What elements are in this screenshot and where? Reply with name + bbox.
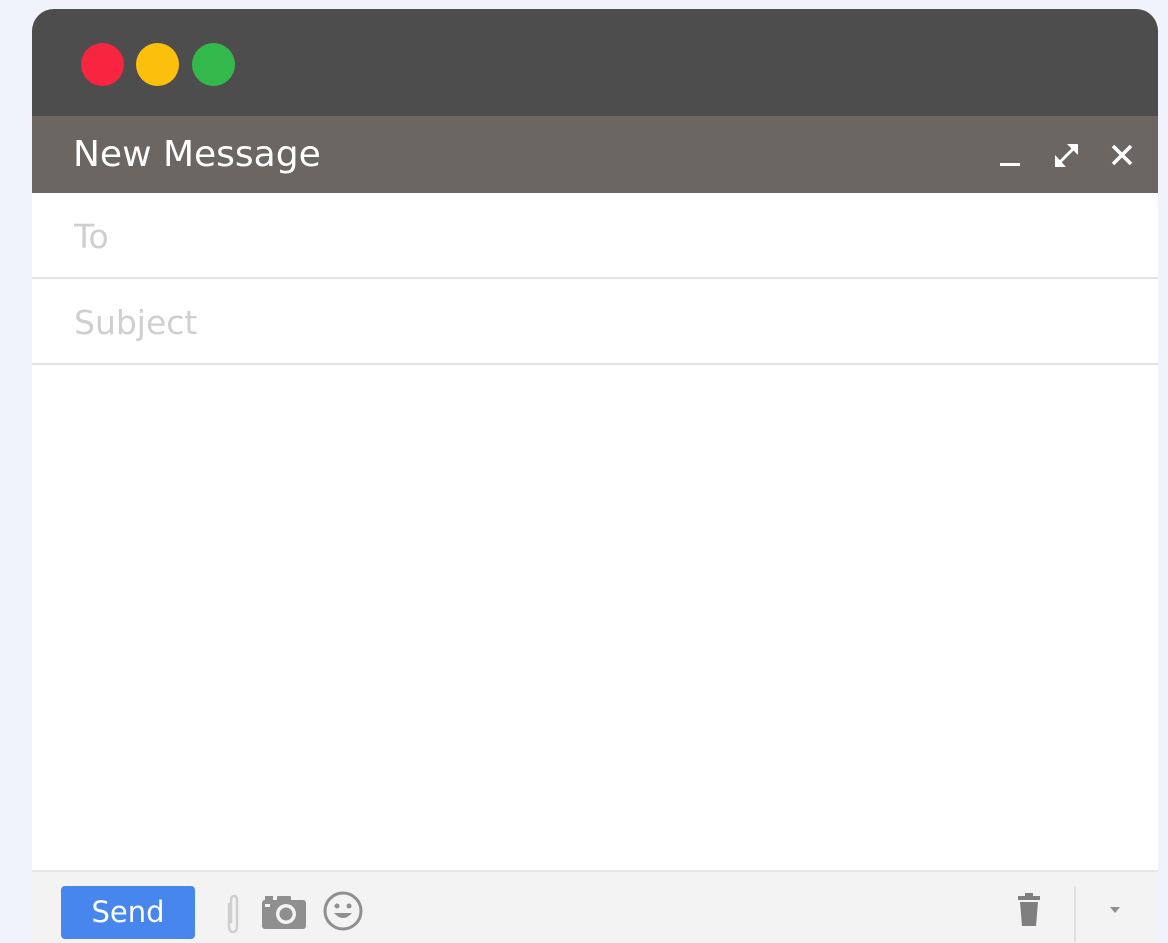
paperclip-icon[interactable] <box>222 892 244 936</box>
window-zoom-dot[interactable] <box>192 43 235 86</box>
to-input[interactable] <box>74 213 1114 259</box>
window-titlebar <box>32 9 1158 116</box>
emoji-icon[interactable] <box>322 890 364 932</box>
to-field <box>32 193 1158 279</box>
dropdown-arrow-icon[interactable] <box>1104 902 1126 918</box>
subject-field <box>32 279 1158 365</box>
message-body[interactable] <box>32 365 1158 870</box>
window-close-dot[interactable] <box>81 43 124 86</box>
trash-icon[interactable] <box>1015 892 1043 928</box>
window-minimize-dot[interactable] <box>136 43 179 86</box>
compose-toolbar: Send <box>32 870 1158 943</box>
subject-input[interactable] <box>74 299 1114 345</box>
compose-window: New Message Send <box>32 9 1158 943</box>
toolbar-divider <box>1074 886 1076 942</box>
close-icon[interactable] <box>1105 138 1139 172</box>
expand-icon[interactable] <box>1049 138 1083 172</box>
minimize-icon[interactable] <box>994 138 1028 172</box>
send-button[interactable]: Send <box>61 886 195 939</box>
camera-icon[interactable] <box>261 894 307 930</box>
compose-title: New Message <box>73 134 321 175</box>
compose-header: New Message <box>32 116 1158 193</box>
